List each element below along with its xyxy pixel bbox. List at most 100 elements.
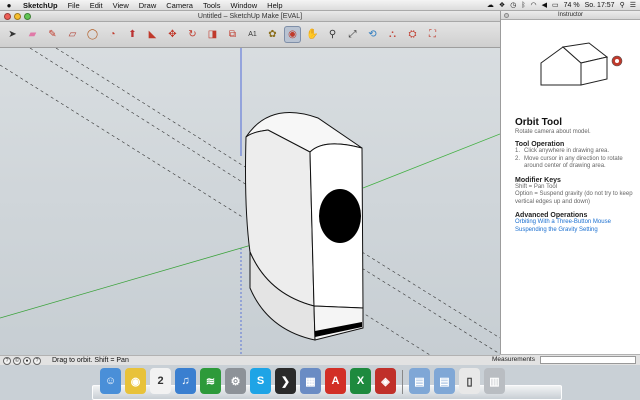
dock-quicksilver[interactable]: ❯ <box>275 368 296 394</box>
credits-icon[interactable]: © <box>13 357 21 365</box>
dock-sketchup[interactable]: ◈ <box>375 368 396 394</box>
instructor-close-button[interactable] <box>504 13 509 18</box>
volume-icon[interactable]: ◀ <box>542 0 547 11</box>
step-text: Move cursor in any direction to rotate a… <box>524 155 623 170</box>
dock-spotify[interactable]: ≋ <box>200 368 221 394</box>
quicksilver-icon: ❯ <box>280 375 291 388</box>
dock-finder[interactable]: ☺ <box>100 368 121 394</box>
user-icon[interactable]: ● <box>23 357 31 365</box>
eraser-tool-button[interactable]: ▰ <box>24 26 41 43</box>
preview-icon: ▦ <box>305 375 316 388</box>
model-canvas[interactable] <box>0 48 500 355</box>
bluetooth-icon[interactable]: ᛒ <box>521 0 525 11</box>
modifier-line: Option = Suspend gravity (do not try to … <box>515 191 633 205</box>
move-icon: ✥ <box>168 28 177 40</box>
geolocation-icon[interactable]: ? <box>3 357 11 365</box>
dock-applications-folder[interactable]: ▤ <box>409 368 430 394</box>
battery-icon[interactable]: ▭ <box>552 0 559 11</box>
speaker-model[interactable] <box>245 112 364 341</box>
offset-tool-button[interactable]: ⧉ <box>224 26 241 43</box>
acrobat-icon: A <box>331 375 340 387</box>
menu-edit[interactable]: Edit <box>85 0 108 11</box>
dock-trash[interactable]: ▥ <box>484 368 505 394</box>
menu-file[interactable]: File <box>63 0 85 11</box>
dropbox-icon[interactable]: ❖ <box>499 0 505 11</box>
dock-preview[interactable]: ▦ <box>300 368 321 394</box>
drawing-area[interactable] <box>0 48 500 355</box>
push-pull-tool-button[interactable]: ⬆ <box>124 26 141 43</box>
clock-text[interactable]: So. 17:57 <box>585 0 615 11</box>
menu-camera[interactable]: Camera <box>161 0 198 11</box>
step-number: 2. <box>515 155 521 162</box>
advanced-link-three-button-mouse[interactable]: Orbiting With a Three-Button Mouse <box>515 219 637 227</box>
status-icons: ? © ● ? <box>3 357 41 365</box>
paint-bucket-tool-button[interactable]: ✿ <box>264 26 281 43</box>
battery-percent[interactable]: 74 % <box>564 0 580 11</box>
wifi-icon[interactable]: ◠ <box>531 0 537 11</box>
zoom-extents-tool-button[interactable]: ⤢ <box>344 26 361 43</box>
sketchup-icon: ◈ <box>381 375 390 388</box>
zoom-tool-button[interactable]: ⚲ <box>324 26 341 43</box>
move-tool-button[interactable]: ✥ <box>164 26 181 43</box>
eraser-icon: ▰ <box>28 28 37 40</box>
offset-icon: ⧉ <box>228 28 237 40</box>
tool-operation-heading: Tool Operation <box>515 141 565 148</box>
menu-draw[interactable]: Draw <box>134 0 162 11</box>
dock-chrome[interactable]: ◉ <box>125 368 146 394</box>
dock-separator <box>402 370 403 394</box>
modifier-keys-heading: Modifier Keys <box>515 176 561 184</box>
measurements-input[interactable] <box>540 356 636 364</box>
arc-tool-button[interactable]: ◔ <box>104 26 121 43</box>
notification-center-icon[interactable]: ☰ <box>630 0 636 11</box>
menu-view[interactable]: View <box>108 0 134 11</box>
apple-icon[interactable]: ● <box>0 1 18 10</box>
menu-bar: ● SketchUp File Edit View Draw Camera To… <box>0 0 640 11</box>
dock-system-preferences[interactable]: ⚙ <box>225 368 246 394</box>
dock-acrobat[interactable]: A <box>325 368 346 394</box>
clock-menu-icon[interactable]: ◷ <box>510 0 516 11</box>
sketchup-window: Untitled – SketchUp Make [EVAL] ➤ ▰ ✎ ▱ ◯ ◔ ⬆ ◣… <box>0 11 500 365</box>
pencil-tool-button[interactable]: ✎ <box>44 26 61 43</box>
spotlight-icon[interactable]: ⚲ <box>620 0 625 11</box>
instructor-panel: Instructor Orbit Tool Rotate camera abou… <box>500 11 640 354</box>
magnifier-icon: ⚲ <box>328 28 337 40</box>
text-tool-button[interactable]: A1 <box>244 26 261 43</box>
orbit-tool-button[interactable]: ◉ <box>284 26 301 43</box>
warehouse-tool-button[interactable]: ⛬ <box>384 26 401 43</box>
select-tool-button[interactable]: ➤ <box>4 26 21 43</box>
speaker-woofer <box>319 189 361 243</box>
help-icon[interactable]: ? <box>33 357 41 365</box>
follow-me-tool-button[interactable]: ◣ <box>144 26 161 43</box>
dock-documents-folder[interactable]: ▤ <box>434 368 455 394</box>
previous-view-tool-button[interactable]: ⟲ <box>364 26 381 43</box>
dock: ☺ ◉ 2 ♫ ≋ ⚙ S ❯ ▦ A X ◈ ▤ ▤ ▯ ▥ <box>0 365 640 400</box>
extension-warehouse-icon: ⛶ <box>429 28 436 40</box>
share-model-tool-button[interactable]: ⛭ <box>404 26 421 43</box>
arc-icon: ◔ <box>109 28 116 40</box>
rotate-tool-button[interactable]: ↻ <box>184 26 201 43</box>
scale-tool-button[interactable]: ◨ <box>204 26 221 43</box>
menu-app-name[interactable]: SketchUp <box>18 0 63 11</box>
spotify-icon: ≋ <box>205 375 216 388</box>
follow-me-icon: ◣ <box>148 28 157 40</box>
pan-tool-button[interactable]: ✋ <box>304 26 321 43</box>
menu-window[interactable]: Window <box>225 0 262 11</box>
dock-excel[interactable]: X <box>350 368 371 394</box>
dock-calendar[interactable]: 2 <box>150 368 171 394</box>
extension-warehouse-tool-button[interactable]: ⛶ <box>424 26 441 43</box>
advanced-link-gravity[interactable]: Suspending the Gravity Setting <box>515 227 637 235</box>
circle-tool-button[interactable]: ◯ <box>84 26 101 43</box>
menu-tools[interactable]: Tools <box>198 0 226 11</box>
guide-line <box>0 64 245 219</box>
cloud-icon[interactable]: ☁ <box>487 0 494 11</box>
tool-palette: ➤ ▰ ✎ ▱ ◯ ◔ ⬆ ◣ ✥ ↻ ◨ ⧉ A1 ✿ ◉ ✋ ⚲ ⤢ ⟲ ⛬ ⛭ ⛶ <box>0 22 500 48</box>
measurements-label: Measurements <box>492 356 535 363</box>
dock-skype[interactable]: S <box>250 368 271 394</box>
skype-icon: S <box>256 375 265 387</box>
rectangle-tool-button[interactable]: ▱ <box>64 26 81 43</box>
gear-icon: ⚙ <box>230 375 241 388</box>
menu-help[interactable]: Help <box>262 0 287 11</box>
dock-itunes[interactable]: ♫ <box>175 368 196 394</box>
dock-document-stack[interactable]: ▯ <box>459 368 480 394</box>
menu-status-area: ☁ ❖ ◷ ᛒ ◠ ◀ ▭ 74 % So. 17:57 ⚲ ☰ <box>487 0 640 11</box>
